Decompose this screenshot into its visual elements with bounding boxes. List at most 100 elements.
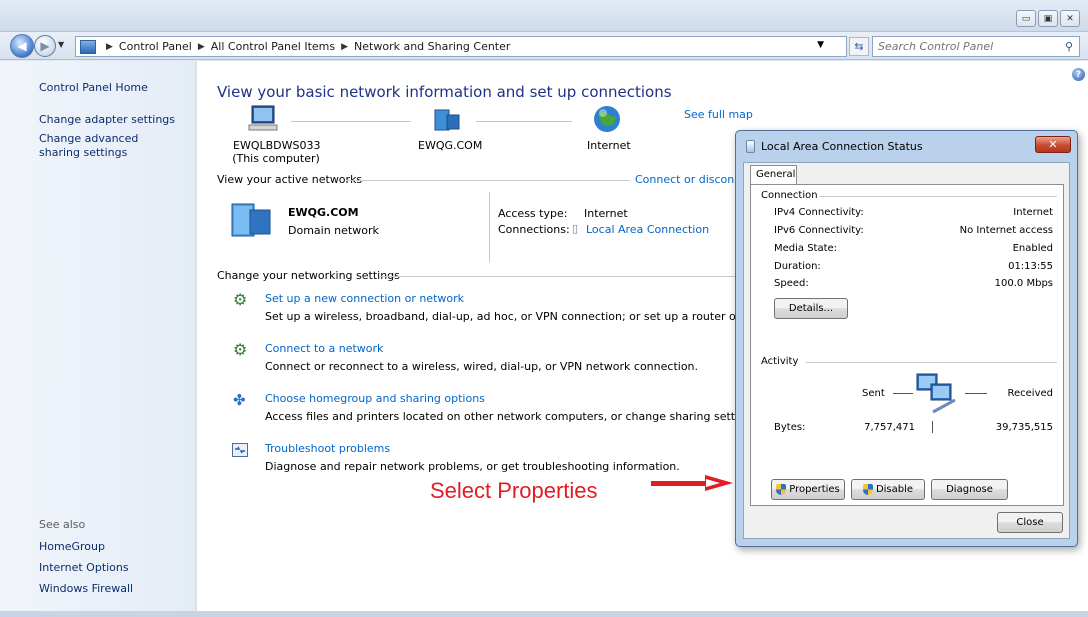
computer-icon (248, 105, 278, 131)
ipv4-value: Internet (1013, 207, 1053, 218)
computer-name-label: EWQLBDWS033 (233, 139, 321, 152)
dialog-close-icon[interactable]: ✕ (1035, 136, 1071, 153)
sent-line (893, 393, 913, 394)
access-type-value: Internet (584, 207, 628, 220)
domain-label: EWQG.COM (418, 139, 483, 152)
window-title-bar: ▭ ▣ ✕ (0, 0, 1088, 32)
sent-label: Sent (862, 388, 885, 399)
uac-shield-icon (862, 484, 873, 495)
breadcrumb-network-sharing[interactable]: Network and Sharing Center (354, 40, 510, 53)
see-also-heading: See also (39, 518, 86, 531)
connect-network-link[interactable]: Connect to a network (265, 342, 383, 355)
homegroup-options-link[interactable]: Choose homegroup and sharing options (265, 392, 485, 405)
maximize-button[interactable]: ▣ (1038, 10, 1058, 27)
internet-globe-icon (594, 106, 620, 132)
search-icon[interactable]: ⚲ (1065, 40, 1073, 53)
dialog-body: General Connection IPv4 Connectivity: In… (743, 162, 1070, 539)
select-properties-annotation: Select Properties (430, 478, 598, 503)
active-networks-heading: View your active networks (217, 173, 363, 186)
media-state-value: Enabled (1012, 243, 1053, 254)
change-settings-heading: Change your networking settings (217, 269, 400, 282)
map-connector-line (476, 121, 572, 122)
section-divider (380, 276, 735, 277)
window-controls: ▭ ▣ ✕ (1016, 10, 1080, 27)
change-advanced-sharing-link[interactable]: Change advanced sharing settings (39, 132, 179, 160)
received-line (965, 393, 987, 394)
change-adapter-settings-link[interactable]: Change adapter settings (39, 113, 175, 127)
ethernet-icon: ▯ (572, 222, 579, 235)
chevron-right-icon[interactable]: ▶ (341, 42, 348, 52)
media-state-label: Media State: (774, 243, 838, 254)
disable-button-label: Disable (875, 484, 914, 495)
homegroup-icon: ✤ (233, 391, 246, 409)
properties-button[interactable]: Properties (771, 479, 845, 500)
close-window-button[interactable]: ✕ (1060, 10, 1080, 27)
diagnose-button[interactable]: Diagnose (931, 479, 1008, 500)
group-divider (806, 362, 1057, 363)
forward-button[interactable]: ▶ (34, 35, 56, 57)
tab-general[interactable]: General (750, 165, 797, 185)
setup-connection-link[interactable]: Set up a new connection or network (265, 292, 464, 305)
network-type[interactable]: Domain network (288, 224, 379, 237)
speed-label: Speed: (774, 278, 809, 289)
address-bar[interactable]: ▶ Control Panel ▶ All Control Panel Item… (75, 36, 847, 57)
minimize-button[interactable]: ▭ (1016, 10, 1036, 27)
chevron-right-icon[interactable]: ▶ (198, 42, 205, 52)
local-area-connection-link[interactable]: Local Area Connection (586, 223, 709, 236)
activity-group-label: Activity (761, 356, 799, 367)
annotation-arrow-shaft (651, 481, 709, 486)
chevron-right-icon[interactable]: ▶ (106, 42, 113, 52)
search-box[interactable]: ⚲ (872, 36, 1080, 57)
properties-button-label: Properties (789, 484, 840, 495)
this-computer-label: (This computer) (232, 152, 320, 165)
activity-computers-icon (916, 373, 956, 414)
setup-connection-desc: Set up a wireless, broadband, dial-up, a… (265, 310, 802, 323)
duration-value: 01:13:55 (1008, 261, 1053, 272)
breadcrumb-all-items[interactable]: All Control Panel Items (211, 40, 335, 53)
troubleshoot-desc: Diagnose and repair network problems, or… (265, 460, 680, 473)
vertical-divider (489, 192, 490, 262)
domain-network-icon (434, 109, 460, 131)
duration-label: Duration: (774, 261, 821, 272)
bytes-received-value: 39,735,515 (995, 422, 1053, 433)
windows-firewall-link[interactable]: Windows Firewall (39, 582, 133, 596)
homegroup-options-desc: Access files and printers located on oth… (265, 410, 762, 423)
control-panel-icon (80, 39, 96, 54)
page-title: View your basic network information and … (217, 83, 672, 101)
help-icon[interactable]: ? (1072, 68, 1085, 81)
domain-network-large-icon (231, 203, 271, 237)
breadcrumb-control-panel[interactable]: Control Panel (119, 40, 192, 53)
window-bottom-border (0, 611, 1088, 617)
annotation-arrow-inner (706, 479, 720, 487)
section-divider (346, 180, 630, 181)
connect-disconnect-link[interactable]: Connect or disconne (635, 173, 748, 186)
map-connector-line (291, 121, 411, 122)
details-button[interactable]: Details... (774, 298, 848, 319)
homegroup-link[interactable]: HomeGroup (39, 540, 105, 554)
ipv4-label: IPv4 Connectivity: (774, 207, 864, 218)
bytes-label: Bytes: (774, 422, 806, 433)
disable-button[interactable]: Disable (851, 479, 925, 500)
address-dropdown-icon[interactable]: ▼ (817, 40, 824, 50)
troubleshoot-icon (232, 443, 248, 457)
general-tab-panel: Connection IPv4 Connectivity: Internet I… (750, 184, 1064, 506)
back-button[interactable]: ◀ (10, 34, 34, 58)
see-full-map-link[interactable]: See full map (684, 108, 753, 121)
recent-pages-dropdown[interactable]: ▼ (58, 40, 64, 49)
dialog-close-button[interactable]: Close (997, 512, 1063, 533)
bytes-sent-value: 7,757,471 (864, 422, 915, 433)
search-input[interactable] (873, 37, 1043, 56)
internet-options-link[interactable]: Internet Options (39, 561, 129, 575)
control-panel-home-link[interactable]: Control Panel Home (39, 81, 148, 95)
connect-network-icon: ⚙ (233, 340, 248, 359)
refresh-button[interactable]: ⇆ (849, 37, 869, 56)
access-type-label: Access type: (498, 207, 568, 220)
troubleshoot-link[interactable]: Troubleshoot problems (265, 442, 390, 455)
internet-label: Internet (587, 139, 631, 152)
speed-value: 100.0 Mbps (994, 278, 1053, 289)
local-area-connection-status-dialog: Local Area Connection Status ✕ General C… (735, 130, 1078, 547)
uac-shield-icon (776, 484, 787, 495)
ipv6-value: No Internet access (959, 225, 1053, 236)
new-connection-icon: ⚙ (233, 290, 248, 309)
connect-network-desc: Connect or reconnect to a wireless, wire… (265, 360, 699, 373)
